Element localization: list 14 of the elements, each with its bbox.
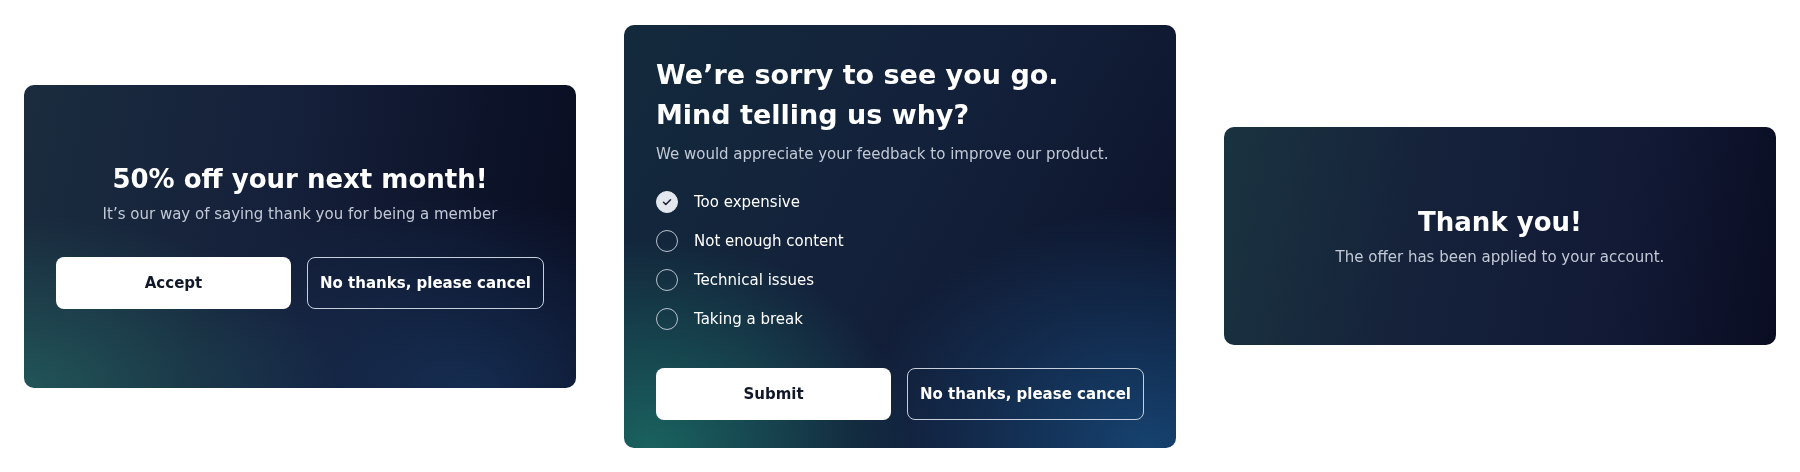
- primary-button[interactable]: Submit: [656, 367, 891, 420]
- option-label: Too expensive: [694, 192, 800, 211]
- option-label: Taking a break: [694, 309, 803, 328]
- card-title: Thank you!: [1418, 206, 1582, 238]
- card-subtitle: It’s our way of saying thank you for being a member: [102, 205, 498, 223]
- primary-button[interactable]: Accept: [56, 257, 291, 309]
- card-subtitle: We would appreciate your feedback to improve our product.: [656, 144, 1109, 163]
- cancel-button[interactable]: No thanks, please cancel: [307, 257, 544, 309]
- cancel-button[interactable]: No thanks, please cancel: [907, 367, 1144, 420]
- option-label: Technical issues: [694, 270, 814, 289]
- card-subtitle: The offer has been applied to your account.: [1335, 248, 1665, 266]
- option-label: Not enough content: [694, 231, 844, 250]
- card-title: We’re sorry to see you go. Mind telling us why?: [656, 57, 1059, 132]
- card-title: 50% off your next month!: [112, 163, 488, 195]
